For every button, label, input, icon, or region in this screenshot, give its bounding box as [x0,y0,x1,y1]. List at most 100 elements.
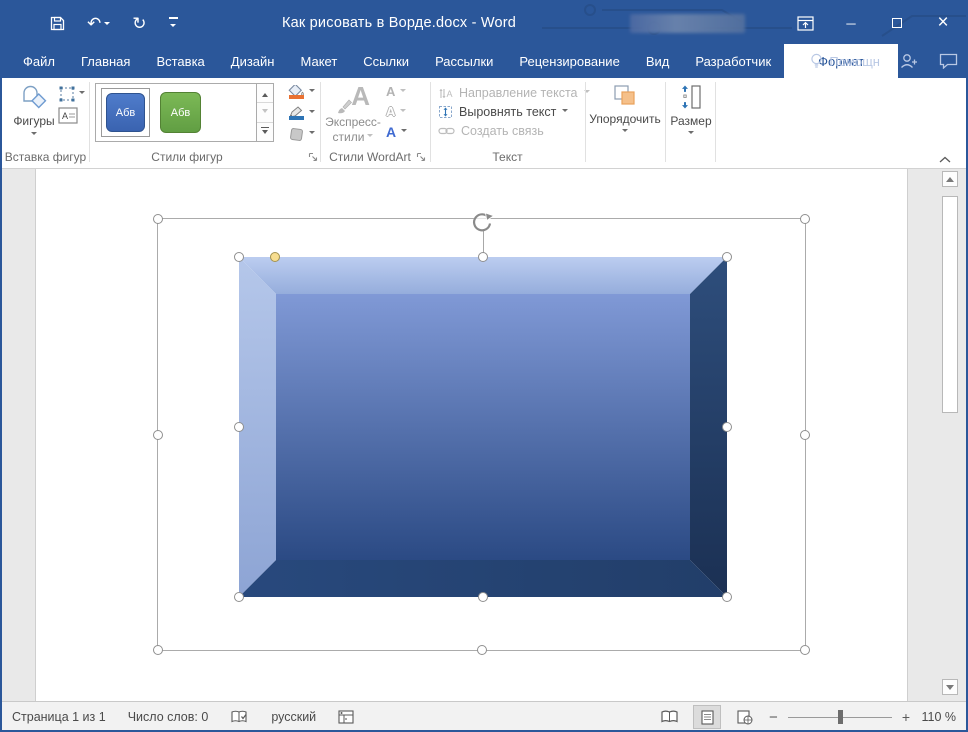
feedback-button[interactable] [939,53,958,69]
shape-style-buttons [288,83,315,143]
canvas-handle-bottom-right[interactable] [800,645,810,655]
ribbon-display-options-button[interactable] [782,2,828,44]
word-window: ↶ ↻ Как рисовать в Ворде.docx - Word ─ [0,0,968,732]
canvas-handle-left[interactable] [153,430,163,440]
ribbon-tab-row: Файл Главная Вставка Дизайн Макет Ссылки… [2,44,966,78]
wordart-dialog-launcher[interactable] [416,152,426,162]
word-count[interactable]: Число слов: 0 [128,710,209,724]
tab-review[interactable]: Рецензирование [509,44,629,78]
tell-me-help-button[interactable]: Помощн [810,53,880,69]
text-box-button[interactable]: A [58,107,78,124]
edit-shape-icon [58,85,76,103]
canvas-handle-bottom-left[interactable] [153,645,163,655]
shape-style-green[interactable]: Абв [160,92,201,133]
title-bar: ↶ ↻ Как рисовать в Ворде.docx - Word ─ [2,2,966,44]
gallery-more-button[interactable] [257,123,273,141]
vertical-scrollbar[interactable] [940,169,960,701]
scrollbar-down-button[interactable] [942,679,958,695]
ribbon-display-options-icon [797,16,814,31]
gallery-scroll-down-button[interactable] [257,103,273,122]
quick-styles-icon: А [336,83,370,115]
brush-icon [336,97,354,115]
tab-references[interactable]: Ссылки [353,44,419,78]
macro-grid-icon [338,710,354,724]
size-button[interactable]: Размер [669,83,713,137]
align-text-label: Выровнять текст [459,105,556,119]
tab-view[interactable]: Вид [636,44,680,78]
minimize-button[interactable]: ─ [828,2,874,44]
shape-styles-dialog-launcher[interactable] [308,152,318,162]
canvas-handle-bottom[interactable] [477,645,487,655]
shape-handle-top-right[interactable] [722,252,732,262]
shape-fill-button[interactable] [288,83,315,101]
shape-handle-bottom[interactable] [478,592,488,602]
tab-home[interactable]: Главная [71,44,140,78]
shape-handle-right[interactable] [722,422,732,432]
quick-styles-label-line1: Экспресс- [325,116,381,130]
canvas-handle-right[interactable] [800,430,810,440]
page-indicator[interactable]: Страница 1 из 1 [12,710,106,724]
scrollbar-thumb[interactable] [942,196,958,413]
zoom-in-button[interactable]: + [902,709,910,725]
create-link-button[interactable]: Создать связь [438,123,590,138]
tab-file[interactable]: Файл [13,44,65,78]
shape-handle-top-left[interactable] [234,252,244,262]
close-button[interactable]: × [920,2,966,44]
tab-row-extras: Помощн [810,44,958,78]
canvas-handle-top-left[interactable] [153,214,163,224]
group-separator [585,82,586,162]
rotate-icon [472,211,494,233]
read-mode-button[interactable] [655,705,683,729]
scrollbar-up-button[interactable] [942,171,958,187]
shape-handle-bottom-right[interactable] [722,592,732,602]
text-direction-label: Направление текста [459,86,578,100]
language-indicator[interactable]: русский [271,710,316,724]
shape-styles-gallery[interactable]: Абв Абв [95,83,257,142]
macro-recording-button[interactable] [338,710,354,724]
proofing-status-button[interactable] [230,710,249,725]
maximize-button[interactable] [874,2,920,44]
collapse-ribbon-button[interactable] [938,155,952,164]
web-layout-icon [737,710,753,725]
shape-style-selected-frame[interactable]: Абв [101,88,150,137]
rotate-handle[interactable] [472,211,494,233]
wordart-buttons: А А А [386,82,407,141]
shape-adjust-handle[interactable] [270,252,280,262]
text-outline-button[interactable]: А [386,102,407,121]
web-layout-button[interactable] [731,705,759,729]
arrange-button[interactable]: Упорядочить [589,83,661,135]
edit-shape-button[interactable] [58,85,85,103]
svg-text:A: A [447,89,453,99]
share-button[interactable] [900,53,919,69]
gallery-scroll-up-button[interactable] [257,84,273,103]
shape-effects-button[interactable] [288,125,315,143]
group-separator [665,82,666,162]
tab-layout[interactable]: Макет [290,44,347,78]
scroll-up-arrow-icon [946,173,954,182]
text-fill-button[interactable]: А [386,82,407,101]
tab-developer[interactable]: Разработчик [685,44,781,78]
gallery-more-icon [262,130,268,137]
bevel-shape[interactable] [239,257,727,597]
status-bar-left: Страница 1 из 1 Число слов: 0 русский [2,710,354,725]
shape-handle-top[interactable] [478,252,488,262]
shape-handle-left[interactable] [234,422,244,432]
align-text-button[interactable]: Выровнять текст [438,104,590,119]
zoom-slider[interactable] [788,710,892,724]
tab-mailings[interactable]: Рассылки [425,44,503,78]
tab-design[interactable]: Дизайн [221,44,285,78]
text-direction-button[interactable]: A Направление текста [438,85,590,100]
zoom-level[interactable]: 110 % [920,710,960,724]
shape-outline-button[interactable] [288,104,315,122]
canvas-handle-top-right[interactable] [800,214,810,224]
shape-handle-bottom-left[interactable] [234,592,244,602]
shape-style-blue[interactable]: Абв [106,93,145,132]
zoom-out-button[interactable]: − [769,709,778,726]
zoom-slider-thumb[interactable] [838,710,843,724]
quick-styles-button[interactable]: А Экспресс- стили [326,83,380,145]
text-effects-button[interactable]: А [386,122,407,141]
shape-effects-icon [288,127,305,142]
print-layout-button[interactable] [693,705,721,729]
tab-insert[interactable]: Вставка [146,44,214,78]
shapes-button[interactable]: Фигуры [8,83,60,138]
